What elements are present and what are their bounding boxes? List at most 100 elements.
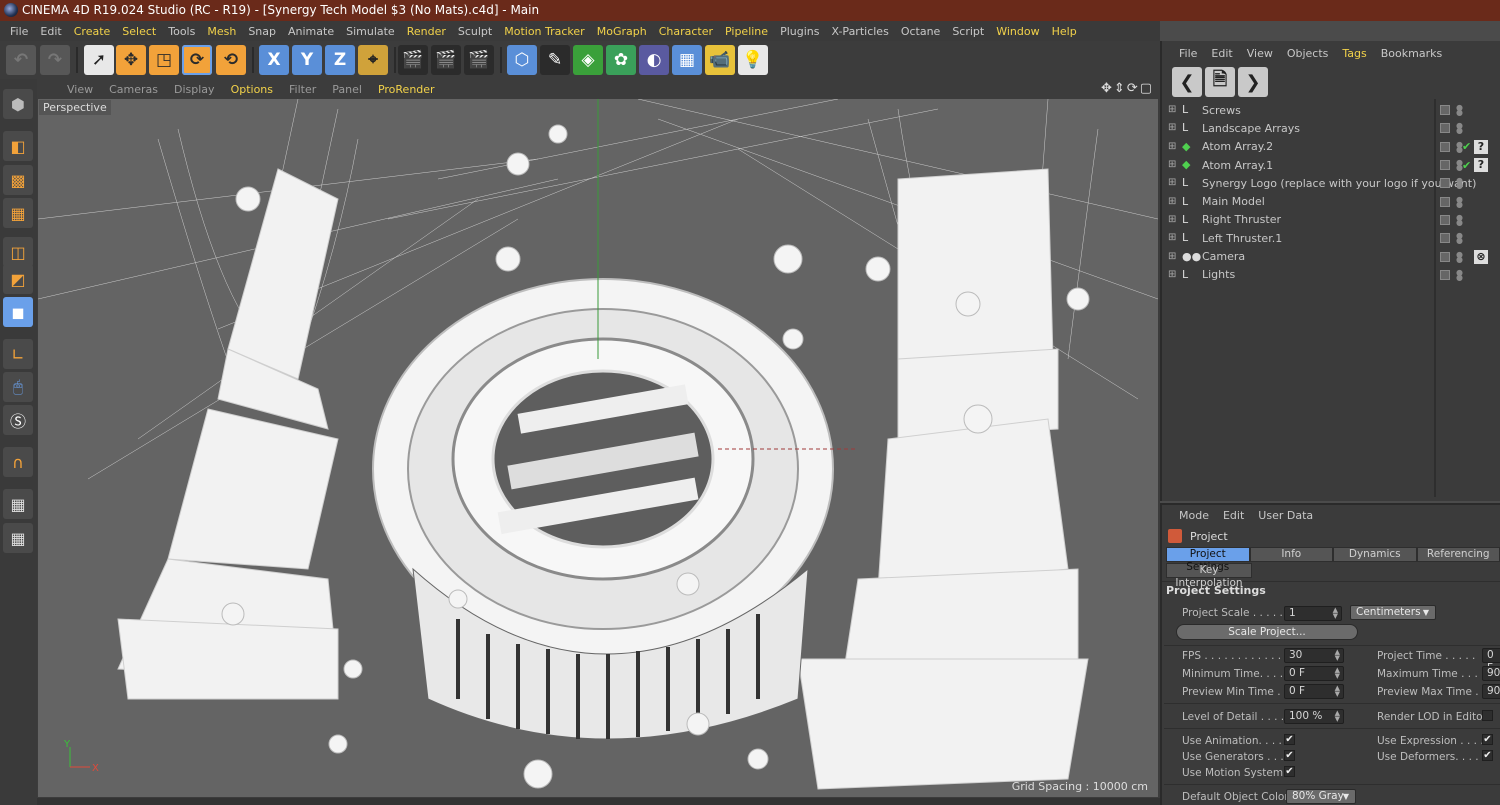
menu-animate[interactable]: Animate [282,25,340,38]
object-row[interactable]: ⊞ L Main Model ● ● [1162,192,1500,210]
lod-field[interactable]: 100 % ▲ ▼ [1284,709,1344,724]
light-icon[interactable]: 💡 [738,45,768,75]
layer-icon[interactable] [1440,196,1450,207]
z-axis-lock-button[interactable]: Z [325,45,355,75]
visibility-dots-icon[interactable]: ● ● [1456,122,1463,135]
visibility-dots-icon[interactable]: ● ● [1456,195,1463,208]
layer-icon[interactable] [1440,141,1450,152]
project-scale-unit-dropdown[interactable]: Centimeters ▼ [1350,605,1436,620]
snap-icon[interactable]: ∩ [3,447,33,477]
visibility-dots-icon[interactable]: ● ● [1456,232,1463,245]
menu-pipeline[interactable]: Pipeline [719,25,774,38]
undo-button[interactable]: ↶ [6,45,36,75]
menu-create[interactable]: Create [68,25,117,38]
polygons-mode-icon[interactable]: ◼ [3,297,33,327]
om-menu-objects[interactable]: Objects [1280,47,1336,60]
tab-info[interactable]: Info [1249,547,1333,562]
render-view-icon[interactable]: 🎬 [398,45,428,75]
object-row[interactable]: ⊞ L Screws ● ● [1162,101,1500,119]
viewport-menu-filter[interactable]: Filter [281,83,324,96]
back-arrow-icon[interactable]: ❮ [1172,67,1202,97]
preview-max-field[interactable]: 90 [1482,684,1500,699]
viewport-camera-label[interactable]: Perspective [39,100,111,115]
menu-tools[interactable]: Tools [162,25,201,38]
edges-mode-icon[interactable]: ◩ [3,264,33,294]
subdivision-icon[interactable]: ◈ [573,45,603,75]
menu-render[interactable]: Render [401,25,452,38]
layer-icon[interactable] [1440,105,1450,116]
tweak-mode-icon[interactable]: 🖱 [3,372,33,402]
render-picture-viewer-icon[interactable]: 🎬 [431,45,461,75]
axis-mode-icon[interactable]: ∟ [3,339,33,369]
workplane-axis-icon[interactable]: ▦ [3,523,33,553]
object-row[interactable]: ⊞ ◆ Atom Array.2 ● ● ✔? [1162,138,1500,156]
expand-toggle-icon[interactable]: ⊞ [1168,251,1178,262]
layer-icon[interactable] [1440,178,1450,189]
object-row[interactable]: ⊞ ◆ Atom Array.1 ● ● ✔? [1162,156,1500,174]
deformer-icon[interactable]: ◐ [639,45,669,75]
am-menu-user-data[interactable]: User Data [1251,509,1320,522]
layer-icon[interactable] [1440,233,1450,244]
layer-icon[interactable] [1440,160,1450,171]
expand-toggle-icon[interactable]: ⊞ [1168,178,1178,188]
layer-icon[interactable] [1440,123,1450,134]
layer-icon[interactable] [1440,214,1450,225]
om-menu-file[interactable]: File [1172,47,1204,60]
object-row[interactable]: ⊞ L Left Thruster.1 ● ● [1162,229,1500,247]
menu-mograph[interactable]: MoGraph [591,25,653,38]
select-tool-icon[interactable]: ➚ [84,45,114,75]
expand-toggle-icon[interactable]: ⊞ [1168,269,1178,280]
recent-tool-icon[interactable]: ⟲ [216,45,246,75]
project-time-field[interactable]: 0 F [1482,648,1500,674]
object-row[interactable]: ⊞ L Lights ● ● [1162,266,1500,284]
viewport-menu-prorender[interactable]: ProRender [370,83,443,96]
workplane-mode-icon[interactable]: ▦ [3,198,33,228]
layer-icon[interactable] [1440,269,1450,280]
tab-project-settings[interactable]: Project Settings [1166,547,1250,573]
target-tag-icon[interactable]: ⊗ [1474,249,1488,264]
visibility-dots-icon[interactable]: ● ● [1456,250,1463,263]
menu-x-particles[interactable]: X-Particles [825,25,894,38]
make-editable-icon[interactable]: ⬢ [3,89,33,119]
expand-toggle-icon[interactable]: ⊞ [1168,123,1178,133]
object-row[interactable]: ⊞ L Synergy Logo (replace with your logo i… [1162,174,1500,192]
fps-field[interactable]: 30 ▲ ▼ [1284,648,1344,663]
scale-tool-icon[interactable]: ◳ [149,45,179,75]
visibility-dots-icon[interactable]: ● ● [1456,177,1463,190]
tab-referencing[interactable]: Referencing [1416,547,1500,562]
viewport-menu-display[interactable]: Display [166,83,223,96]
render-settings-icon[interactable]: 🎬 [464,45,494,75]
menu-character[interactable]: Character [653,25,719,38]
expand-toggle-icon[interactable]: ⊞ [1168,214,1178,225]
enabled-check-icon[interactable]: ✔ [1462,159,1471,172]
menu-plugins[interactable]: Plugins [774,25,825,38]
om-menu-tags[interactable]: Tags [1335,47,1373,60]
texture-mode-icon[interactable]: ▩ [3,165,33,195]
unknown-tag-icon[interactable]: ? [1474,158,1488,173]
am-menu-edit[interactable]: Edit [1216,509,1251,522]
scale-project-button[interactable]: Scale Project... [1176,624,1358,640]
layer-icon[interactable] [1440,251,1450,262]
visibility-dots-icon[interactable]: ● ● [1456,268,1463,281]
rotate-tool-icon[interactable]: ⟳ [182,45,212,75]
forward-arrow-icon[interactable]: ❯ [1238,67,1268,97]
viewport-navigation-icons[interactable]: ✥⇕⟳▢ [1101,81,1154,96]
max-time-field[interactable]: 90 [1482,666,1500,681]
enabled-check-icon[interactable]: ✔ [1462,140,1471,153]
use-motion-checkbox[interactable]: ✔ [1284,766,1295,777]
expand-toggle-icon[interactable]: ⊞ [1168,196,1178,207]
cube-primitive-icon[interactable]: ⬡ [507,45,537,75]
floor-icon[interactable]: ▦ [672,45,702,75]
unknown-tag-icon[interactable]: ? [1474,139,1488,154]
object-row[interactable]: ⊞ L Landscape Arrays ● ● [1162,119,1500,137]
model-mode-icon[interactable]: ◧ [3,131,33,161]
menu-motion-tracker[interactable]: Motion Tracker [498,25,590,38]
workplane-lock-icon[interactable]: ▦ [3,489,33,519]
use-deformers-checkbox[interactable]: ✔ [1482,750,1493,761]
viewport-menu-cameras[interactable]: Cameras [101,83,166,96]
expand-toggle-icon[interactable]: ⊞ [1168,141,1178,152]
menu-edit[interactable]: Edit [34,25,67,38]
menu-file[interactable]: File [4,25,34,38]
viewport-canvas[interactable]: Y X Perspective Grid Spacing : 10000 cm [38,99,1158,797]
viewport-menu-options[interactable]: Options [223,83,281,96]
